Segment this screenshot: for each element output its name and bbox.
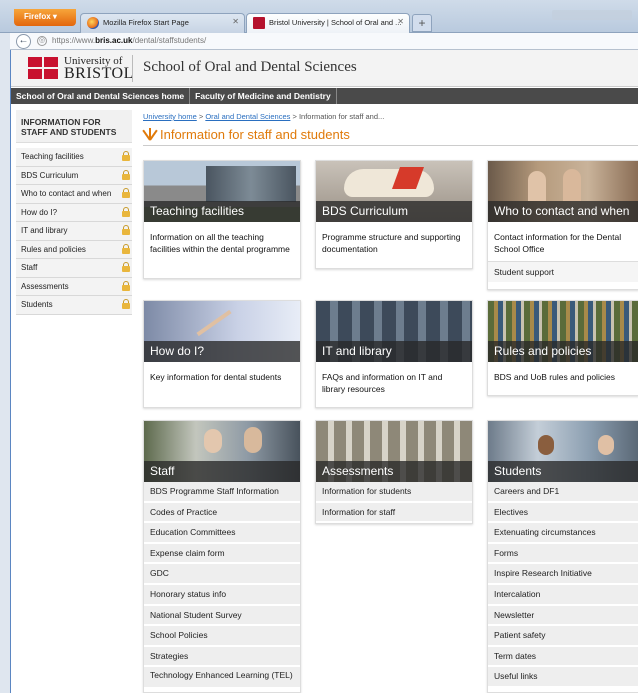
lock-icon	[122, 151, 130, 161]
lock-icon	[122, 188, 130, 198]
site-header: University of BRISTOL School of Oral and…	[11, 50, 638, 87]
nav-faculty[interactable]: Faculty of Medicine and Dentistry	[190, 88, 337, 104]
university-name-line2[interactable]: BRISTOL	[64, 65, 134, 83]
card-students[interactable]: Students Careers and DF1 Electives Exten…	[487, 420, 638, 693]
university-crest-icon[interactable]	[28, 57, 60, 79]
tab-bristol-university[interactable]: Bristol University | School of Oral and …	[246, 13, 410, 33]
link-extenuating-circumstances[interactable]: Extenuating circumstances	[488, 523, 638, 544]
lock-icon	[122, 206, 130, 217]
students-image: Students	[488, 421, 638, 482]
browser-nav-bar: ← ◎ https://www.bris.ac.uk/dental/staffs…	[10, 33, 638, 50]
lock-icon	[122, 243, 130, 254]
sidebar-item-bds-curriculum[interactable]: BDS Curriculum	[16, 166, 132, 185]
link-technology-enhanced-learning[interactable]: Technology Enhanced Learning (TEL)	[144, 667, 300, 690]
assessments-image: Assessments	[316, 421, 472, 482]
link-school-policies[interactable]: School Policies	[144, 626, 300, 647]
lock-icon	[122, 169, 130, 180]
link-gdc[interactable]: GDC	[144, 564, 300, 585]
sidebar-item-teaching-facilities[interactable]: Teaching facilities	[16, 148, 132, 167]
sidebar-item-assessments[interactable]: Assessments	[16, 277, 132, 296]
link-bds-programme-staff-info[interactable]: BDS Programme Staff Information	[144, 482, 300, 503]
link-info-for-staff[interactable]: Information for staff	[316, 502, 472, 524]
bristol-favicon-icon	[253, 17, 265, 29]
sidebar-item-staff[interactable]: Staff	[16, 259, 132, 278]
card-it-library[interactable]: IT and library FAQs and information on I…	[315, 300, 473, 408]
bristol-mark-icon	[142, 128, 158, 141]
card-staff[interactable]: Staff BDS Programme Staff Information Co…	[143, 420, 301, 693]
link-strategies[interactable]: Strategies	[144, 646, 300, 668]
tab-label: Bristol University | School of Oral and …	[269, 18, 402, 27]
link-student-support[interactable]: Student support	[488, 261, 638, 282]
link-patient-safety[interactable]: Patient safety	[488, 626, 638, 647]
school-name: School of Oral and Dental Sciences	[143, 59, 357, 75]
lock-icon	[122, 262, 130, 272]
link-forms[interactable]: Forms	[488, 543, 638, 565]
sidebar-item-who-to-contact[interactable]: Who to contact and when	[16, 185, 132, 204]
staff-image: Staff	[144, 421, 300, 482]
breadcrumb: University home > Oral and Dental Scienc…	[143, 112, 385, 121]
link-national-student-survey[interactable]: National Student Survey	[144, 605, 300, 627]
card-teaching-facilities[interactable]: Teaching facilities Information on all t…	[143, 160, 301, 279]
bds-curriculum-image: BDS Curriculum	[316, 161, 472, 222]
link-expense-claim-form[interactable]: Expense claim form	[144, 543, 300, 565]
sidebar: Teaching facilities BDS Curriculum Who t…	[16, 148, 132, 315]
site-nav: School of Oral and Dental Sciences home …	[11, 88, 638, 104]
link-term-dates[interactable]: Term dates	[488, 646, 638, 668]
card-how-do-i[interactable]: How do I? Key information for dental stu…	[143, 300, 301, 408]
lock-icon	[122, 280, 130, 291]
firefox-menu-button[interactable]: Firefox ▾	[14, 9, 76, 26]
link-inspire-research-initiative[interactable]: Inspire Research Initiative	[488, 564, 638, 585]
sidebar-item-rules-policies[interactable]: Rules and policies	[16, 240, 132, 259]
window-controls[interactable]	[552, 10, 632, 20]
card-rules-policies[interactable]: Rules and policies BDS and UoB rules and…	[487, 300, 638, 396]
card-assessments[interactable]: Assessments Information for students Inf…	[315, 420, 473, 524]
page-title: Information for staff and students	[142, 127, 350, 142]
firefox-icon	[87, 17, 99, 29]
browser-tab-bar: Firefox ▾ Mozilla Firefox Start Page ✕ B…	[0, 0, 638, 33]
link-careers-df1[interactable]: Careers and DF1	[488, 482, 638, 503]
how-do-i-image: How do I?	[144, 301, 300, 362]
card-bds-curriculum[interactable]: BDS Curriculum Programme structure and s…	[315, 160, 473, 269]
url-bar[interactable]: https://www.bris.ac.uk/dental/staffstude…	[52, 36, 206, 45]
link-useful-links[interactable]: Useful links	[488, 667, 638, 688]
sidebar-item-it-library[interactable]: IT and library	[16, 222, 132, 241]
breadcrumb-oral-dental[interactable]: Oral and Dental Sciences	[205, 112, 290, 121]
sidebar-heading: INFORMATION FOR STAFF AND STUDENTS	[16, 110, 132, 143]
sidebar-item-students[interactable]: Students	[16, 296, 132, 315]
close-icon[interactable]: ✕	[397, 17, 404, 26]
link-honorary-status-info[interactable]: Honorary status info	[144, 584, 300, 606]
breadcrumb-university-home[interactable]: University home	[143, 112, 197, 121]
card-who-to-contact[interactable]: Who to contact and when Contact informat…	[487, 160, 638, 290]
nav-school-home[interactable]: School of Oral and Dental Sciences home	[11, 88, 191, 104]
close-icon[interactable]: ✕	[232, 17, 239, 26]
lock-icon	[122, 299, 130, 309]
link-codes-of-practice[interactable]: Codes of Practice	[144, 502, 300, 524]
title-divider	[143, 145, 638, 146]
globe-icon: ◎	[37, 36, 47, 46]
rules-policies-image: Rules and policies	[488, 301, 638, 362]
web-page: University of BRISTOL School of Oral and…	[11, 50, 638, 693]
link-intercalation[interactable]: Intercalation	[488, 584, 638, 606]
new-tab-button[interactable]: +	[412, 14, 432, 32]
back-arrow-icon[interactable]: ←	[16, 34, 31, 49]
teaching-facilities-image: Teaching facilities	[144, 161, 300, 222]
link-info-for-students[interactable]: Information for students	[316, 482, 472, 503]
tab-firefox-start-page[interactable]: Mozilla Firefox Start Page ✕	[80, 13, 245, 33]
header-divider	[132, 55, 133, 82]
link-electives[interactable]: Electives	[488, 502, 638, 524]
lock-icon	[122, 225, 130, 235]
tab-label: Mozilla Firefox Start Page	[103, 18, 189, 27]
who-to-contact-image: Who to contact and when	[488, 161, 638, 222]
link-newsletter[interactable]: Newsletter	[488, 605, 638, 627]
sidebar-item-how-do-i[interactable]: How do I?	[16, 203, 132, 222]
link-education-committees[interactable]: Education Committees	[144, 523, 300, 544]
it-library-image: IT and library	[316, 301, 472, 362]
